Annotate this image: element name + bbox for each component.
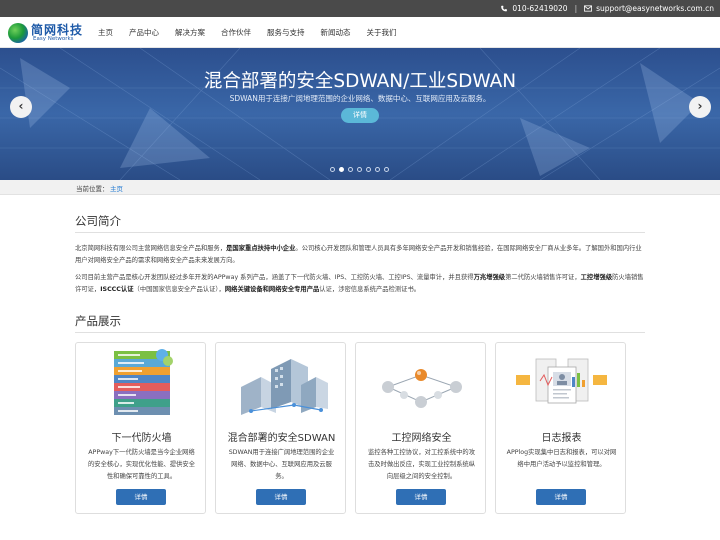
- product-details-button[interactable]: 详情: [536, 489, 586, 505]
- nav-partners[interactable]: 合作伙伴: [213, 17, 259, 48]
- product-description: APPway下一代防火墙是当今企业网络的安全核心，实现优化性能、提供安全性和确保…: [87, 449, 196, 480]
- breadcrumb-home-link[interactable]: 主页: [110, 183, 123, 193]
- body-text: （中国国家信息安全产品认证），: [133, 286, 225, 293]
- report-documents-icon: [516, 358, 607, 404]
- product-details-button[interactable]: 详情: [396, 489, 446, 505]
- contact-info: 010-62419020 | support@easynetworks.com.…: [500, 4, 714, 13]
- about-title: 公司简介: [75, 214, 121, 228]
- product-card-sdwan: 混合部署的安全SDWAN SDWAN用于连接广阔地理范围的企业网络、数据中心、互…: [215, 342, 346, 514]
- breadcrumb: 当前位置： 主页: [0, 180, 720, 195]
- product-description: APPlog实现集中日志和报表，可以对网络中用户活动予以监控和管理。: [506, 449, 617, 468]
- products-divider: [75, 332, 645, 333]
- body-text: 北京简网科技有限公司主营网络信息安全产品和服务，: [75, 245, 227, 252]
- carousel-dot[interactable]: [357, 167, 362, 172]
- emphasis-text: 万兆增强级: [473, 274, 506, 281]
- product-card-log: 日志报表 APPlog实现集中日志和报表，可以对网络中用户活动予以监控和管理。 …: [495, 342, 626, 514]
- carousel-next-arrow-icon[interactable]: ›: [689, 96, 711, 118]
- about-divider: [75, 232, 645, 233]
- nav-home[interactable]: 主页: [90, 17, 121, 48]
- product-description: 监控各种工控协议，对工控系统中的攻击及时做出反应，实现工业控制系统纵向层级之间的…: [367, 449, 476, 480]
- about-paragraph-2: 公司目前主营产品是核心开发团队经过多年开发的APPway 系列产品，涵盖了下一代…: [75, 272, 647, 296]
- emphasis-text: 是国家重点扶持中小企业: [226, 245, 296, 252]
- nav-about[interactable]: 关于我们: [359, 17, 405, 48]
- carousel-dot[interactable]: [384, 167, 389, 172]
- body-text: 认证，涉密信息系统产品检测证书。: [319, 286, 421, 293]
- banner-title: 混合部署的安全SDWAN/工业SDWAN: [203, 71, 517, 92]
- product-title: 下一代防火墙: [111, 433, 172, 444]
- carousel-dot[interactable]: [330, 167, 335, 172]
- product-title: 工控网络安全: [391, 433, 452, 444]
- product-card-firewall: 下一代防火墙 APPway下一代防火墙是当今企业网络的安全核心，实现优化性能、提…: [75, 342, 206, 514]
- carousel-dot[interactable]: [348, 167, 353, 172]
- nav-solutions[interactable]: 解决方案: [167, 17, 213, 48]
- emphasis-text: 网络关键设备和网络安全专用产品: [224, 286, 320, 293]
- emphasis-text: ISCCC认证: [100, 286, 134, 293]
- globe-logo-icon: [8, 23, 28, 43]
- nav-news[interactable]: 新闻动态: [313, 17, 359, 48]
- breadcrumb-label: 当前位置：: [76, 185, 109, 193]
- banner-details-button[interactable]: 详情: [341, 108, 379, 123]
- phone-icon: [501, 5, 508, 12]
- product-title: 混合部署的安全SDWAN: [227, 433, 336, 444]
- main-nav: 主页 产品中心 解决方案 合作伙伴 服务与支持 新闻动态 关于我们: [90, 17, 405, 48]
- mail-icon: [584, 5, 593, 12]
- body-text: 公司目前主营产品是核心开发团队经过多年开发的APPway 系列产品，涵盖了下一代…: [75, 274, 474, 281]
- logo-english-name: Easy Networks: [33, 36, 74, 42]
- product-card-ics: 工控网络安全 监控各种工控协议，对工控系统中的攻击及时做出反应，实现工业控制系统…: [355, 342, 486, 514]
- industrial-network-icon: [382, 369, 462, 408]
- banner-subtitle: SDWAN用于连接广阔地理范围的企业网络、数据中心、互联网应用及云服务。: [229, 94, 491, 103]
- carousel-dot[interactable]: [375, 167, 380, 172]
- email-link[interactable]: support@easynetworks.com.cn: [596, 4, 714, 13]
- phone-number: 010-62419020: [512, 4, 568, 13]
- emphasis-text: 工控增强级: [580, 274, 613, 281]
- site-header: 简网科技 Easy Networks 主页 产品中心 解决方案 合作伙伴 服务与…: [0, 17, 720, 48]
- hero-carousel: 混合部署的安全SDWAN/工业SDWAN SDWAN用于连接广阔地理范围的企业网…: [0, 48, 720, 180]
- nav-support[interactable]: 服务与支持: [259, 17, 313, 48]
- product-description: SDWAN用于连接广阔地理范围的企业网络、数据中心、互联网应用及云服务。: [228, 449, 335, 480]
- nav-products[interactable]: 产品中心: [121, 17, 167, 48]
- about-paragraph-1: 北京简网科技有限公司主营网络信息安全产品和服务，是国家重点扶持中小企业。公司核心…: [75, 243, 647, 267]
- product-title: 日志报表: [541, 433, 582, 444]
- body-text: 第二代防火墙销售许可证，: [505, 274, 581, 281]
- osi-layer-stack-icon: [114, 349, 173, 415]
- contact-separator: |: [574, 4, 578, 13]
- network-buildings-icon: [241, 359, 328, 415]
- carousel-indicators: [330, 167, 389, 172]
- company-logo[interactable]: 简网科技 Easy Networks: [8, 21, 90, 45]
- carousel-dot[interactable]: [366, 167, 371, 172]
- carousel-dot[interactable]: [339, 167, 344, 172]
- carousel-prev-arrow-icon[interactable]: ‹: [10, 96, 32, 118]
- product-details-button[interactable]: 详情: [256, 489, 306, 505]
- product-details-button[interactable]: 详情: [116, 489, 166, 505]
- products-title: 产品展示: [75, 314, 121, 328]
- top-bar: 010-62419020 | support@easynetworks.com.…: [0, 0, 720, 17]
